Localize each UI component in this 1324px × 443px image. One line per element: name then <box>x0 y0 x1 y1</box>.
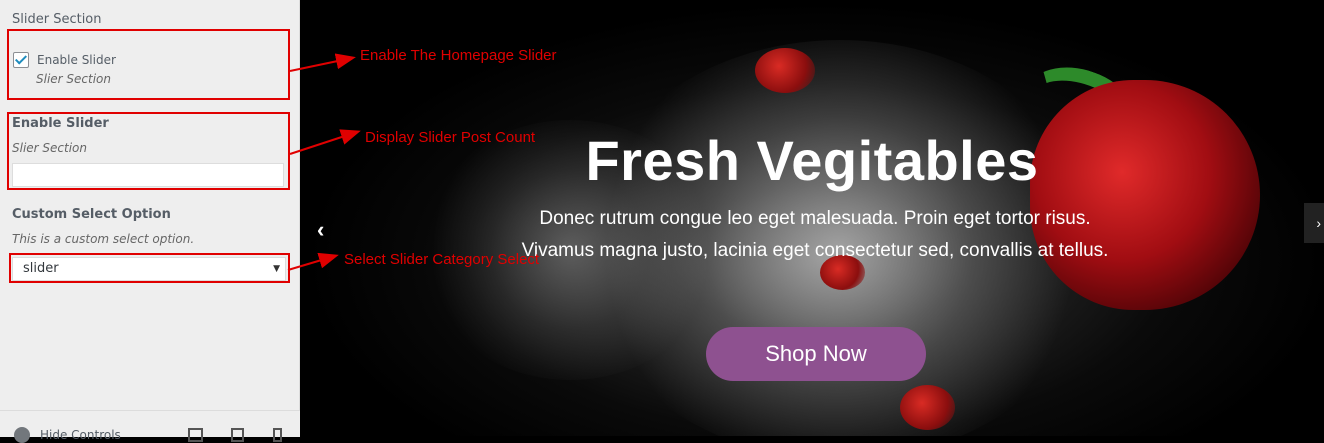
next-slide-button[interactable]: › <box>1304 203 1324 243</box>
customizer-footer: Hide Controls <box>0 410 300 443</box>
highlight-box-select <box>9 253 290 283</box>
section-title: Slider Section <box>12 12 102 27</box>
highlight-box-enable <box>7 29 290 100</box>
slide-text: Donec rutrum congue leo eget malesuada. … <box>521 208 1109 261</box>
pepper-piece-image <box>755 48 815 93</box>
shop-now-button[interactable]: Shop Now <box>706 327 926 381</box>
custom-select-title: Custom Select Option <box>12 207 171 222</box>
desktop-preview-icon[interactable] <box>188 428 203 442</box>
customizer-sidebar: Slider Section Enable Slider Slier Secti… <box>0 0 300 443</box>
next-slide-icon: › <box>1316 215 1321 231</box>
collapse-icon <box>14 427 30 443</box>
highlight-box-count <box>7 112 290 190</box>
annotation-category-select: Select Slider Category Select <box>344 251 540 268</box>
custom-select-description: This is a custom select option. <box>12 232 195 246</box>
hide-controls-label: Hide Controls <box>40 428 121 442</box>
mobile-preview-icon[interactable] <box>273 428 282 442</box>
tablet-preview-icon[interactable] <box>231 428 244 442</box>
red-pepper-image <box>1030 80 1260 310</box>
annotation-post-count: Display Slider Post Count <box>365 129 536 146</box>
pepper-piece-image <box>900 385 955 430</box>
prev-slide-button[interactable]: ‹ <box>317 217 324 243</box>
hide-controls-button[interactable]: Hide Controls <box>14 427 121 443</box>
annotation-enable-slider: Enable The Homepage Slider <box>360 47 557 64</box>
slider-preview: Fresh Vegitables Donec rutrum congue leo… <box>300 0 1324 436</box>
